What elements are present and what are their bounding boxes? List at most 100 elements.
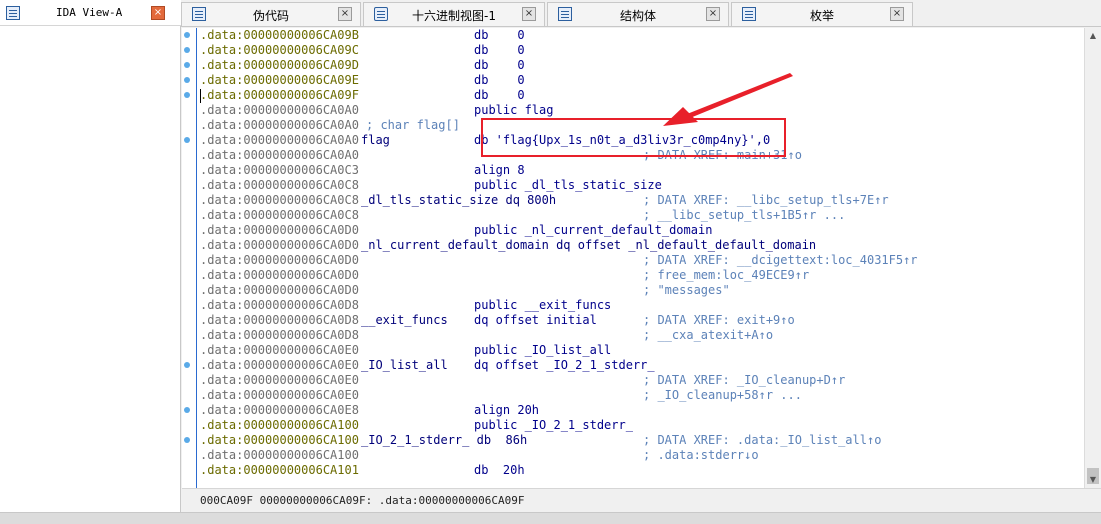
close-icon[interactable]: × [151,6,165,20]
disassembly-line[interactable]: .data:00000000006CA0D8 __exit_funcs dq off… [200,313,1080,328]
line-instruction: public flag [474,103,554,117]
line-address: .data:00000000006CA100 [200,448,359,462]
disassembly-line[interactable]: .data:00000000006CA100 public _IO_2_1_std… [200,418,1080,433]
disassembly-line[interactable]: .data:00000000006CA0D8 public __exit_func… [200,298,1080,313]
disassembly-line[interactable]: .data:00000000006CA0D0 ; DATA XREF: __dci… [200,253,1080,268]
disassembly-line[interactable]: .data:00000000006CA0D8 ; __cxa_atexit+A↑o [200,328,1080,343]
line-instruction: db 0 [474,58,525,72]
breakpoint-dot[interactable] [184,437,190,443]
disassembly-line[interactable]: .data:00000000006CA0C3 align 8 [200,163,1080,178]
line-address: .data:00000000006CA0D0 [200,283,359,297]
disassembly-line[interactable]: .data:00000000006CA0E0 ; _IO_cleanup+58↑r… [200,388,1080,403]
disassembly-line[interactable]: .data:00000000006CA0A0 public flag [200,103,1080,118]
line-instruction: public _nl_current_default_domain [474,223,713,237]
left-panel: IDA View-A × [0,0,181,524]
disassembly-line[interactable]: .data:00000000006CA09B db 0 [200,28,1080,43]
line-instruction: public _IO_2_1_stderr_ [474,418,633,432]
tab-structures[interactable]: 结构体 × [547,2,729,26]
line-address: .data:00000000006CA0C8 [200,178,359,192]
disassembly-line[interactable]: .data:00000000006CA0E0 _IO_list_all dq off… [200,358,1080,373]
line-instruction: db 0 [474,73,525,87]
disassembly-line[interactable]: .data:00000000006CA0E0 public _IO_list_al… [200,343,1080,358]
status-bar: 000CA09F 00000000006CA09F: .data:0000000… [182,488,1101,512]
line-comment: ; "messages" [643,283,730,297]
line-address: .data:00000000006CA100 [200,418,359,432]
scroll-up-icon[interactable]: ▲ [1085,28,1101,44]
line-label[interactable]: _IO_list_all [361,358,448,373]
line-comment: ; DATA XREF: _IO_cleanup+D↑r [643,373,846,387]
line-label[interactable]: __exit_funcs [361,313,448,328]
breakpoint-dot[interactable] [184,32,190,38]
disassembly-line[interactable]: .data:00000000006CA0C8 public _dl_tls_sta… [200,178,1080,193]
disassembly-line[interactable]: .data:00000000006CA0E8 align 20h [200,403,1080,418]
line-comment: ; free_mem:loc_49ECE9↑r [643,268,810,282]
disassembly-line[interactable]: .data:00000000006CA0D0 _nl_current_defaul… [200,238,1080,253]
line-label[interactable]: _dl_tls_static_size dq 800h [361,193,556,208]
line-comment: ; _IO_cleanup+58↑r ... [643,388,802,402]
disassembly-line[interactable]: .data:00000000006CA09E db 0 [200,73,1080,88]
line-instruction: public _dl_tls_static_size [474,178,662,192]
tab-enums[interactable]: 枚举 × [731,2,913,26]
tab-label: IDA View-A [56,6,123,19]
disassembly-line[interactable]: .data:00000000006CA101 db 20h [200,463,1080,478]
line-address: .data:00000000006CA09E [200,73,359,87]
breakpoint-dot[interactable] [184,362,190,368]
line-address: .data:00000000006CA09B [200,28,359,42]
line-comment: ; __libc_setup_tls+1B5↑r ... [643,208,846,222]
line-comment: ; __cxa_atexit+A↑o [643,328,774,342]
line-label[interactable]: _nl_current_default_domain dq offset _nl… [361,238,816,253]
close-icon[interactable]: × [522,7,536,21]
breakpoint-dot[interactable] [184,137,190,143]
line-address: .data:00000000006CA0D8 [200,298,359,312]
line-comment: ; DATA XREF: __dcigettext:loc_4031F5↑r [643,253,918,267]
line-instruction: db 0 [474,28,525,42]
disassembly-icon [6,6,20,20]
line-address: .data:00000000006CA0E0 [200,343,359,357]
line-instruction: public _IO_list_all [474,343,612,357]
disassembly-line[interactable]: .data:00000000006CA100 ; .data:stderr↓o [200,448,1080,463]
breakpoint-dot[interactable] [184,62,190,68]
breakpoint-dot[interactable] [184,77,190,83]
tab-hex-view[interactable]: 十六进制视图-1 × [363,2,545,26]
disassembly-line[interactable]: .data:00000000006CA0E0 ; DATA XREF: _IO_c… [200,373,1080,388]
gutter-line [196,28,197,488]
disassembly-line[interactable]: .data:00000000006CA0C8 _dl_tls_static_siz… [200,193,1080,208]
disassembly-line[interactable]: .data:00000000006CA09D db 0 [200,58,1080,73]
vertical-scrollbar[interactable]: ▲ ▼ [1084,28,1101,488]
line-address: .data:00000000006CA0E8 [200,403,359,417]
line-address: .data:00000000006CA0A0 [200,148,359,162]
line-label[interactable]: _IO_2_1_stderr_ db 86h [361,433,527,448]
line-address: .data:00000000006CA0D8 [200,313,359,327]
breakpoint-dot[interactable] [184,47,190,53]
tab-label: 结构体 [619,9,656,23]
disassembly-line[interactable]: .data:00000000006CA0D0 public _nl_current… [200,223,1080,238]
line-address: .data:00000000006CA0D0 [200,223,359,237]
line-comment: ; .data:stderr↓o [643,448,759,462]
disassembly-line[interactable]: .data:00000000006CA09C db 0 [200,43,1080,58]
tab-pseudocode[interactable]: 伪代码 × [181,2,361,26]
close-icon[interactable]: × [338,7,352,21]
close-icon[interactable]: × [890,7,904,21]
disassembly-line[interactable]: .data:00000000006CA0D0 ; free_mem:loc_49E… [200,268,1080,283]
breakpoint-dot[interactable] [184,407,190,413]
breakpoint-dot[interactable] [184,92,190,98]
disassembly-view[interactable]: .data:00000000006CA09B db 0 .data:00000000… [182,28,1084,488]
tab-ida-view-a[interactable]: IDA View-A × [0,0,181,26]
line-address: .data:00000000006CA100 [200,433,359,447]
bottom-strip [0,512,1101,524]
text-cursor [200,89,201,103]
line-instruction: db 0 [474,43,525,57]
disassembly-line[interactable]: .data:00000000006CA09F db 0 [200,88,1080,103]
line-label[interactable]: flag [361,133,390,148]
disassembly-line[interactable]: .data:00000000006CA0D0 ; "messages" [200,283,1080,298]
line-instruction: align 8 [474,163,525,177]
line-address: .data:00000000006CA0E0 [200,358,359,372]
line-instruction: db 20h [474,463,525,477]
line-address: .data:00000000006CA09C [200,43,359,57]
scroll-down-icon[interactable]: ▼ [1085,472,1101,488]
line-address: .data:00000000006CA0D0 [200,238,359,252]
line-comment: ; DATA XREF: exit+9↑o [643,313,795,327]
disassembly-line[interactable]: .data:00000000006CA0C8 ; __libc_setup_tls… [200,208,1080,223]
close-icon[interactable]: × [706,7,720,21]
disassembly-line[interactable]: .data:00000000006CA100 _IO_2_1_stderr_ db… [200,433,1080,448]
